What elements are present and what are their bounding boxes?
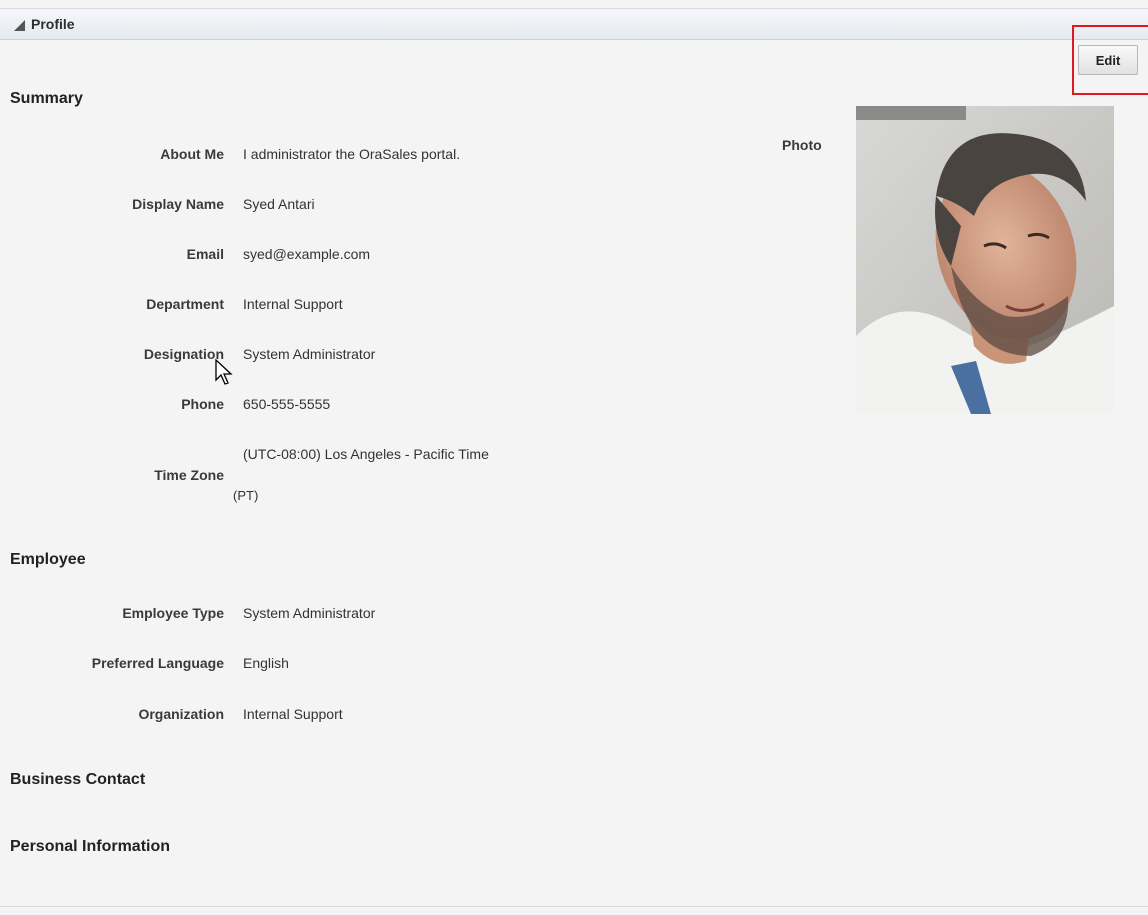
preferred-language-label: Preferred Language xyxy=(91,655,224,671)
email-label: Email xyxy=(186,246,224,262)
profile-photo xyxy=(856,106,1114,414)
edit-button[interactable]: Edit xyxy=(1078,45,1138,75)
employee-type-value: System Administrator xyxy=(243,605,376,621)
department-value: Internal Support xyxy=(243,296,343,312)
bottom-divider xyxy=(0,906,1148,907)
profile-header[interactable]: Profile xyxy=(0,9,1148,40)
collapse-triangle-icon[interactable] xyxy=(14,20,25,31)
preferred-language-value: English xyxy=(243,655,289,671)
photo-label: Photo xyxy=(782,137,822,153)
time-zone-value-line2: (PT) xyxy=(233,488,259,503)
display-name-value: Syed Antari xyxy=(243,196,315,212)
time-zone-label: Time Zone xyxy=(154,467,224,483)
time-zone-value-line1: (UTC-08:00) Los Angeles - Pacific Time xyxy=(243,446,489,462)
about-me-label: About Me xyxy=(160,146,224,162)
organization-label: Organization xyxy=(138,706,224,722)
section-heading-employee: Employee xyxy=(10,551,86,568)
display-name-label: Display Name xyxy=(132,196,224,212)
department-label: Department xyxy=(146,296,224,312)
about-me-value: I administrator the OraSales portal. xyxy=(243,146,461,162)
section-heading-personal-information[interactable]: Personal Information xyxy=(10,838,170,856)
panel-title: Profile xyxy=(31,16,75,32)
mouse-pointer-icon xyxy=(215,358,233,385)
section-heading-summary: Summary xyxy=(10,90,83,107)
phone-value: 650-555-5555 xyxy=(243,396,331,412)
section-heading-business-contact[interactable]: Business Contact xyxy=(10,771,145,789)
designation-label: Designation xyxy=(143,346,224,362)
designation-value: System Administrator xyxy=(243,346,376,362)
email-value: syed@example.com xyxy=(243,246,371,262)
employee-type-label: Employee Type xyxy=(122,605,224,621)
organization-value: Internal Support xyxy=(243,706,343,722)
phone-label: Phone xyxy=(181,396,224,412)
